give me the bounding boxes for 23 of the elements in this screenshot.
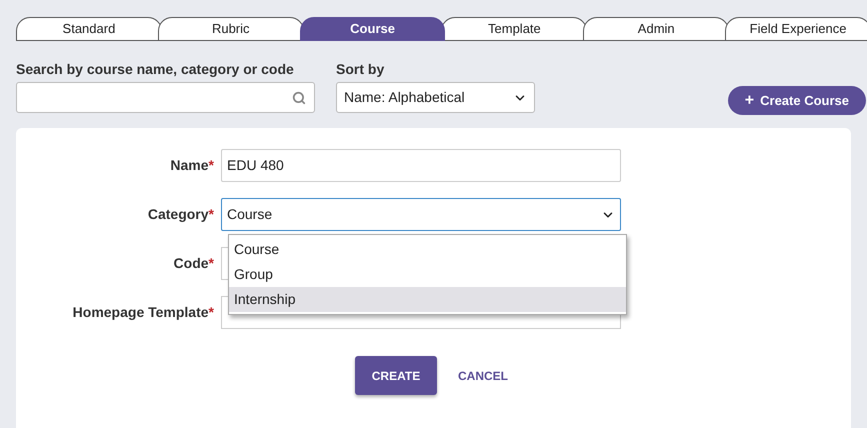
sort-select[interactable]: Name: Alphabetical [336,82,535,113]
field-label: Code* [172,254,215,273]
tab[interactable]: Field Experience [725,17,867,41]
tab[interactable]: Course [300,17,446,41]
dropdown-option[interactable]: Internship [229,287,626,312]
input-field[interactable]: EDU 480 [221,149,621,182]
cancel-button[interactable]: CANCEL [458,366,508,384]
dropdown-option[interactable]: Course [229,237,626,262]
search-icon [292,90,306,104]
tab[interactable]: Rubric [158,17,304,41]
search-label: Search by course name, category or code [16,61,295,77]
create-button[interactable]: CREATE [355,356,437,395]
create-course-button[interactable]: + Create Course [728,86,866,115]
sort-label: Sort by [336,61,386,77]
tab[interactable]: Admin [583,17,730,41]
field-label: Category* [146,205,215,224]
search-field[interactable] [16,82,315,113]
dropdown-option[interactable]: Group [229,262,626,287]
field-label: Homepage Template* [72,303,215,322]
tab[interactable]: Template [441,17,588,41]
tab[interactable]: Standard [16,17,162,41]
category-select[interactable]: Course [221,198,621,231]
field-label: Name* [169,156,215,175]
